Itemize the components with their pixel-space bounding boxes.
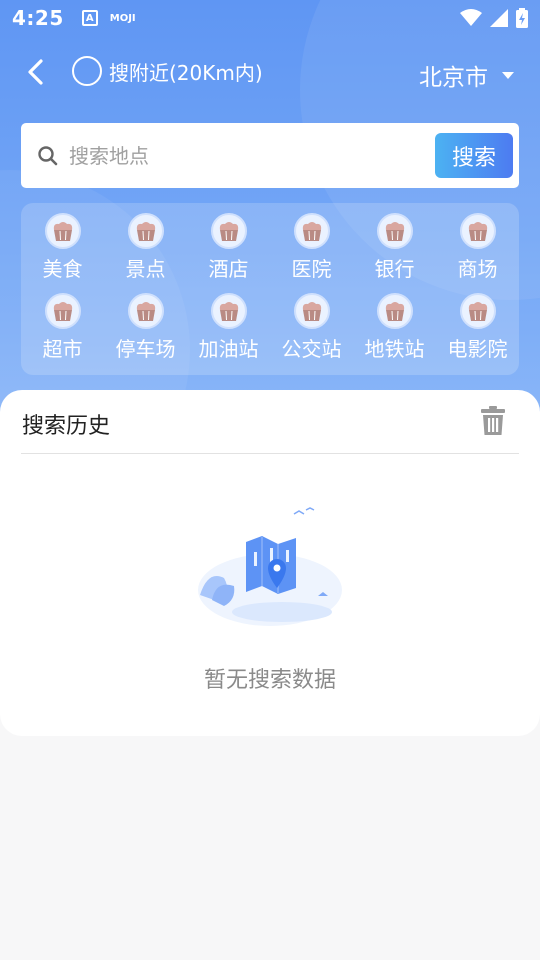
divider bbox=[21, 453, 519, 454]
trash-icon[interactable] bbox=[480, 406, 506, 436]
category-label: 地铁站 bbox=[364, 337, 425, 361]
category-grid: 美食 景点 酒店 医院 银行 商场超市 停车场 加油站 公交站 地铁站 电影院 bbox=[21, 203, 519, 375]
category-label: 酒店 bbox=[208, 257, 249, 281]
category-item[interactable]: 医院 bbox=[270, 213, 353, 293]
category-item[interactable]: 商场 bbox=[436, 213, 519, 293]
back-arrow-icon[interactable] bbox=[24, 58, 48, 86]
category-item[interactable]: 加油站 bbox=[187, 293, 270, 373]
category-item[interactable]: 超市 bbox=[21, 293, 104, 373]
empty-map-illustration bbox=[198, 507, 342, 626]
wifi-icon bbox=[460, 9, 482, 26]
category-item[interactable]: 停车场 bbox=[104, 293, 187, 373]
category-item[interactable]: 地铁站 bbox=[353, 293, 436, 373]
cupcake-icon bbox=[376, 213, 413, 249]
category-label: 加油站 bbox=[198, 337, 259, 361]
status-bar: 4:25 A MOJI bbox=[0, 0, 540, 36]
search-input[interactable] bbox=[69, 143, 409, 168]
category-label: 景点 bbox=[125, 257, 166, 281]
top-nav: 搜附近(20Km内) 北京市 bbox=[0, 48, 540, 96]
nearby-radio[interactable]: 搜附近(20Km内) bbox=[72, 56, 263, 86]
city-label: 北京市 bbox=[419, 65, 488, 91]
category-label: 公交站 bbox=[281, 337, 342, 361]
cupcake-icon bbox=[459, 293, 496, 329]
category-label: 电影院 bbox=[447, 337, 508, 361]
cupcake-icon bbox=[376, 293, 413, 329]
category-item[interactable]: 景点 bbox=[104, 213, 187, 293]
search-history-card: 搜索历史 暂无搜索数据 bbox=[0, 390, 540, 736]
empty-state-text: 暂无搜索数据 bbox=[203, 668, 336, 693]
category-label: 美食 bbox=[42, 257, 83, 281]
search-bar: 搜索 bbox=[21, 123, 519, 188]
category-item[interactable]: 银行 bbox=[353, 213, 436, 293]
category-item[interactable]: 电影院 bbox=[436, 293, 519, 373]
category-label: 停车场 bbox=[115, 337, 176, 361]
battery-icon bbox=[516, 8, 528, 28]
cupcake-icon bbox=[44, 293, 81, 329]
history-title: 搜索历史 bbox=[22, 414, 111, 439]
category-item[interactable]: 美食 bbox=[21, 213, 104, 293]
signal-icon bbox=[490, 9, 508, 27]
city-selector[interactable]: 北京市 bbox=[419, 58, 514, 92]
cupcake-icon bbox=[44, 213, 81, 249]
cupcake-icon bbox=[127, 293, 164, 329]
nearby-label: 搜附近(20Km内) bbox=[109, 60, 263, 85]
cupcake-icon bbox=[459, 213, 496, 249]
status-time: 4:25 bbox=[12, 6, 64, 30]
category-item[interactable]: 酒店 bbox=[187, 213, 270, 293]
category-label: 超市 bbox=[42, 337, 83, 361]
app-notification-icon: A bbox=[81, 10, 98, 26]
category-label: 商场 bbox=[457, 257, 498, 281]
cupcake-icon bbox=[293, 213, 330, 249]
cupcake-icon bbox=[210, 213, 247, 249]
cupcake-icon bbox=[210, 293, 247, 329]
cupcake-icon bbox=[127, 213, 164, 249]
category-label: 银行 bbox=[374, 257, 415, 281]
cupcake-icon bbox=[293, 293, 330, 329]
category-label: 医院 bbox=[291, 257, 332, 281]
search-icon bbox=[38, 145, 58, 165]
moji-notification-icon: MOJI bbox=[109, 12, 136, 24]
category-item[interactable]: 公交站 bbox=[270, 293, 353, 373]
search-button[interactable]: 搜索 bbox=[435, 133, 513, 178]
dropdown-caret-icon bbox=[502, 71, 514, 79]
radio-circle-icon[interactable] bbox=[72, 56, 102, 86]
